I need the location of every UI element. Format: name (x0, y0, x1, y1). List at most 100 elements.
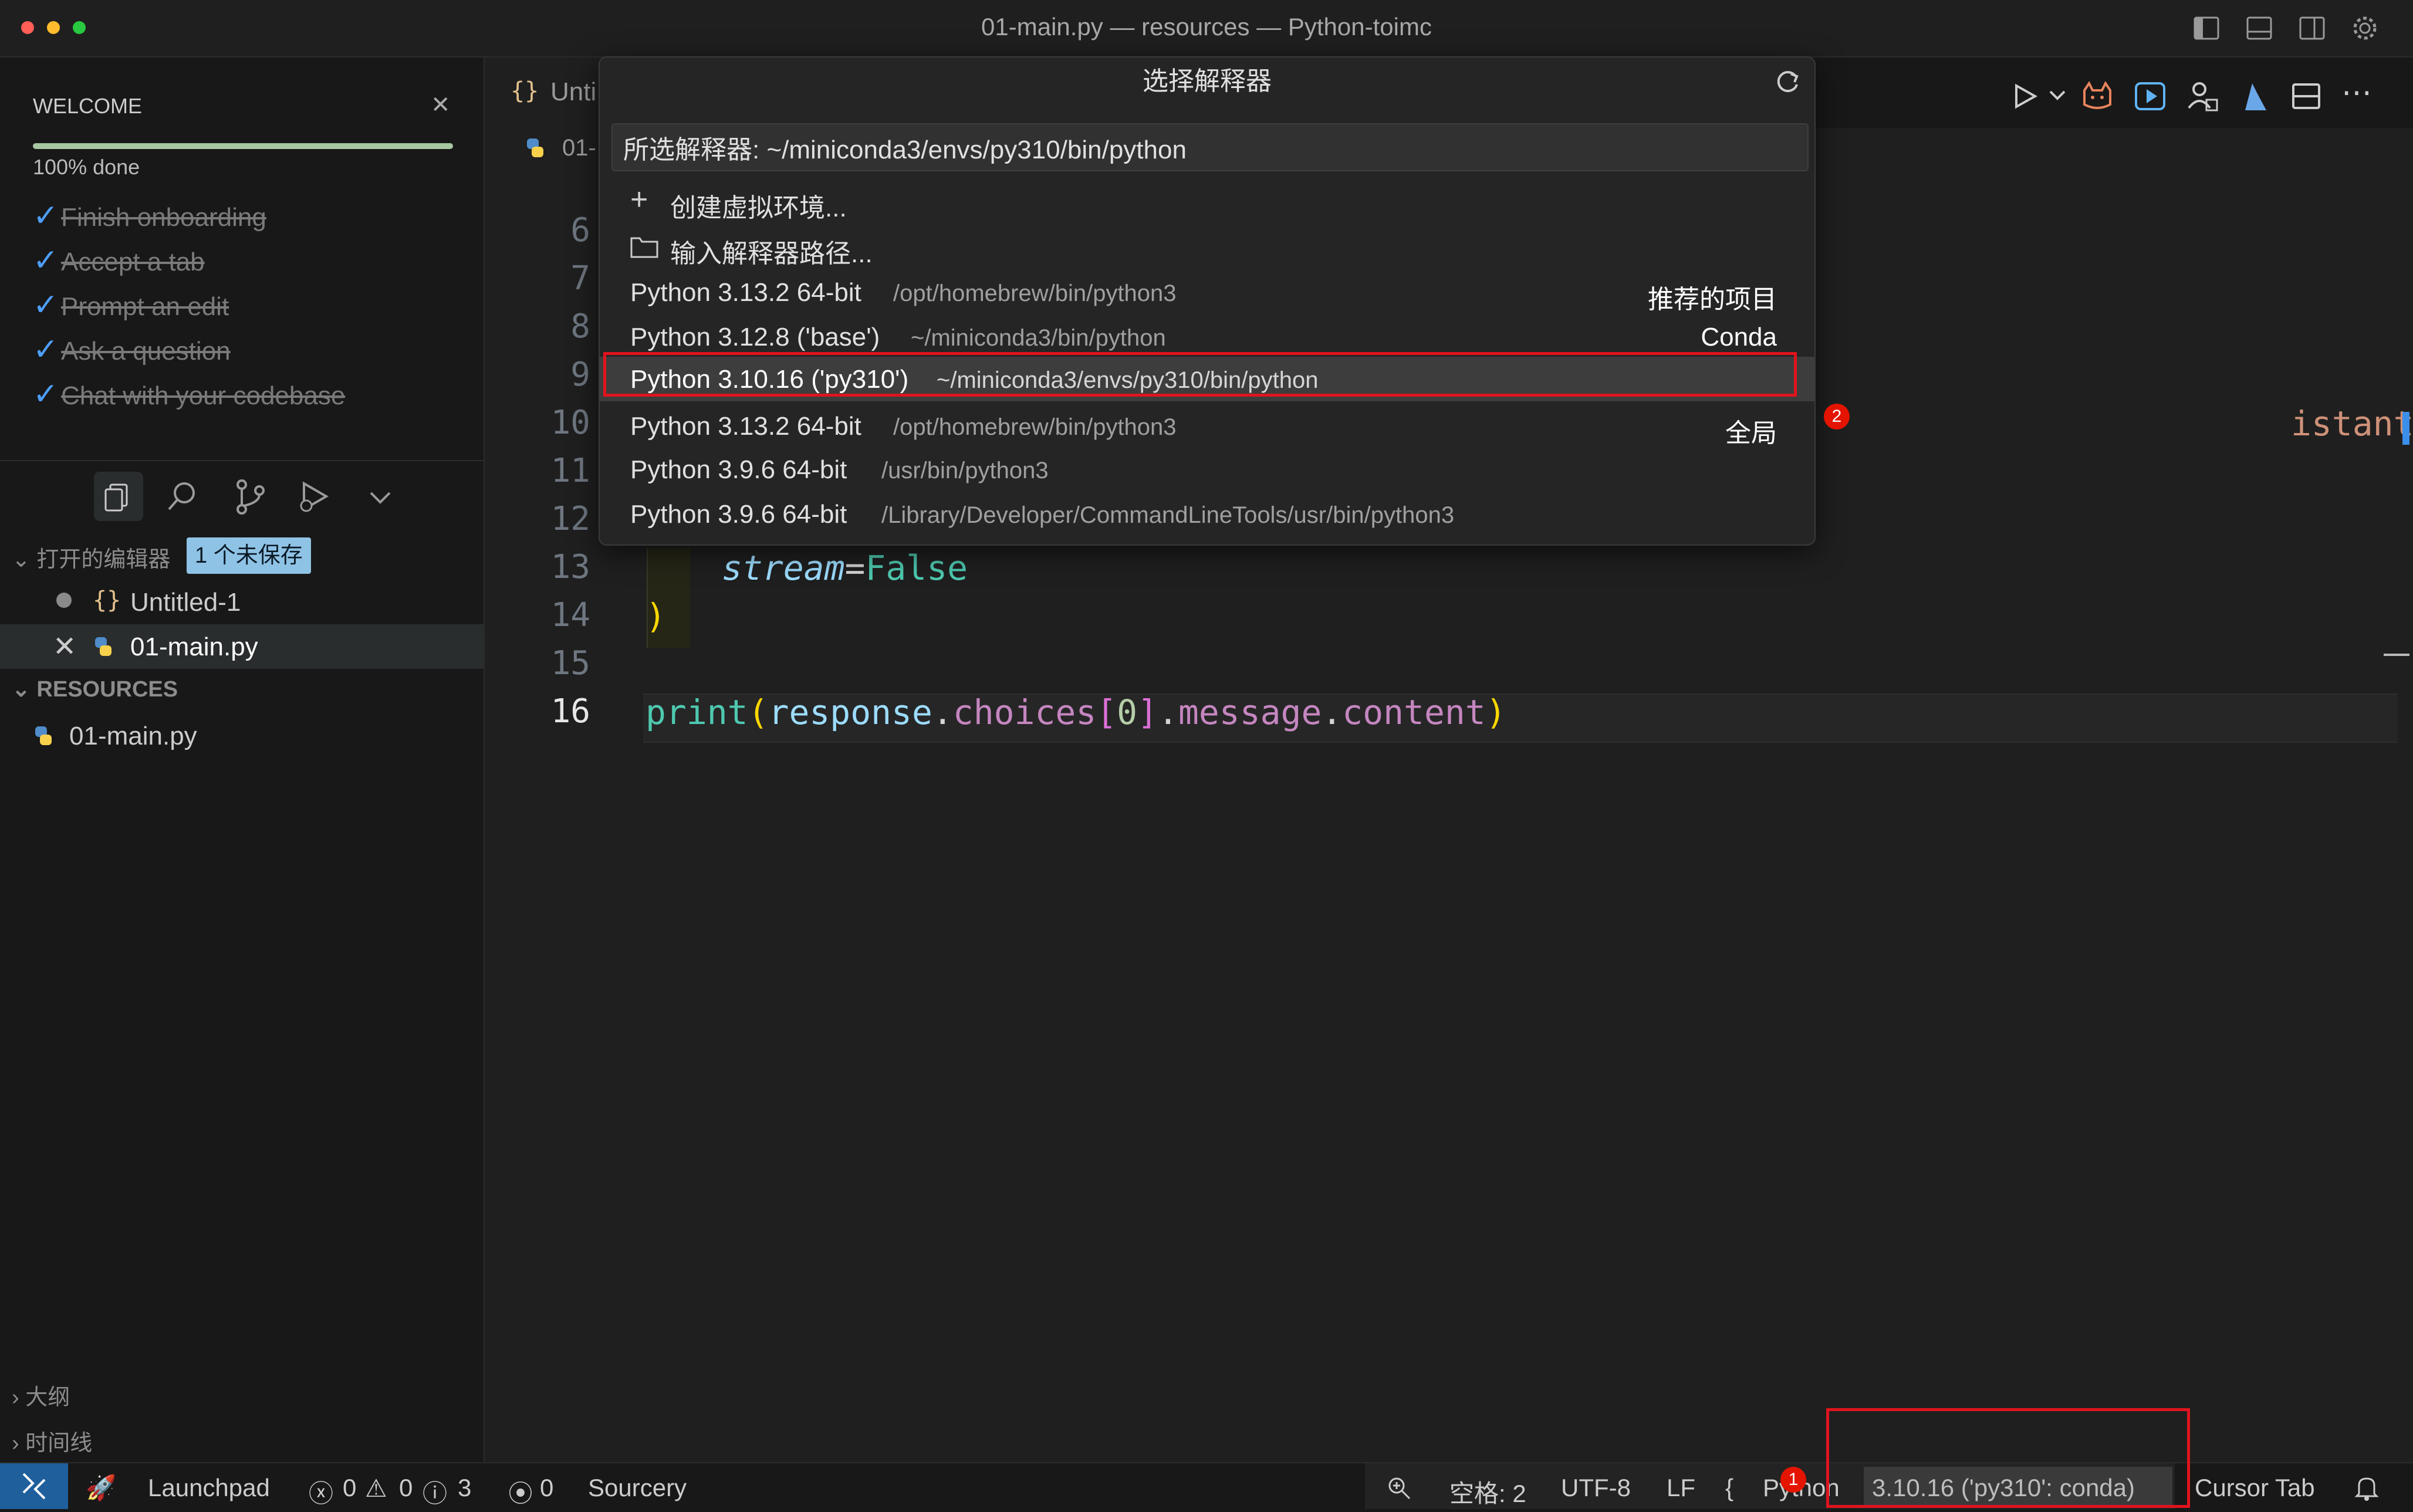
rocket-icon: 🚀 (86, 1474, 117, 1501)
source-control-icon[interactable] (229, 475, 271, 517)
line-number: 7 (570, 259, 590, 297)
line-number: 11 (550, 452, 590, 490)
unsaved-badge: 1 个未保存 (187, 537, 311, 574)
more-actions-icon[interactable]: ⋯ (2341, 75, 2372, 110)
search-icon[interactable] (161, 475, 203, 517)
chevron-down-icon[interactable] (364, 481, 397, 514)
remote-indicator[interactable] (0, 1463, 68, 1509)
run-debug-icon[interactable] (293, 475, 336, 517)
error-count[interactable]: 0 (343, 1474, 356, 1502)
line-number: 13 (550, 548, 590, 586)
run-python-file-icon[interactable] (2007, 79, 2042, 114)
scrollbar-thumb[interactable] (2384, 654, 2409, 656)
toggle-primary-sidebar-icon[interactable] (2192, 14, 2221, 42)
notifications-bell-icon[interactable] (2351, 1472, 2382, 1503)
indentation-button[interactable]: 空格: 2 (1449, 1474, 1526, 1510)
welcome-progress-fill (33, 143, 453, 149)
timeline-header[interactable]: › 时间线 (12, 1425, 92, 1457)
check-icon: ✓ (33, 199, 59, 233)
code-line-10[interactable]: istant"}, (2291, 404, 2413, 444)
chevron-down-icon[interactable] (2046, 83, 2069, 107)
notification-badge: 2 (1824, 404, 1850, 429)
scrollbar-marker (2402, 412, 2409, 445)
interpreter-option[interactable]: Python 3.13.2 64-bit /opt/homebrew/bin/p… (600, 404, 1814, 448)
interpreter-path: /usr/bin/python3 (881, 458, 1049, 483)
explorer-activity-button[interactable] (94, 472, 143, 521)
ports-icon: ⦿ (508, 1480, 533, 1507)
wolf-extension-icon[interactable] (2237, 77, 2275, 115)
interpreter-option[interactable]: Python 3.13.2 64-bit /opt/homebrew/bin/p… (600, 270, 1814, 314)
interpreter-search-input[interactable] (611, 123, 1809, 171)
highlight-box-interpreter-status (1826, 1408, 2190, 1508)
launchpad-button[interactable]: Launchpad (148, 1474, 270, 1502)
keyword-arg-token: stream (722, 548, 845, 588)
code-line-13[interactable]: stream=False (722, 548, 968, 588)
open-editors-header[interactable]: ⌄ 打开的编辑器 (12, 541, 170, 573)
bracket-token: ] (1137, 692, 1158, 732)
open-editor-item[interactable]: {} Untitled-1 (0, 580, 484, 624)
python-file-icon (527, 138, 543, 157)
close-welcome-icon[interactable]: ✕ (431, 92, 451, 119)
line-number: 6 (570, 211, 590, 249)
onboarding-item[interactable]: ✓ Prompt an edit (33, 287, 229, 323)
interpreter-option[interactable]: Python 3.9.6 64-bit /usr/bin/python3 (600, 447, 1814, 492)
ports-count[interactable]: 0 (540, 1474, 553, 1502)
json-file-icon: {} (511, 77, 539, 104)
onboarding-item[interactable]: ✓ Finish onboarding (33, 198, 266, 234)
interpreter-label: Python 3.12.8 ('base') (630, 323, 880, 351)
constant-token: False (865, 548, 968, 588)
select-interpreter-quickpick: 选择解释器 + 创建虚拟环境... 输入解释器路径... Python 3.13… (599, 56, 1850, 546)
encoding-button[interactable]: UTF-8 (1561, 1474, 1631, 1502)
check-icon: ✓ (33, 243, 59, 278)
interpreter-label: Python 3.9.6 64-bit (630, 455, 847, 484)
cat-extension-icon[interactable] (2079, 77, 2116, 115)
resources-header[interactable]: ⌄ RESOURCES (12, 676, 178, 702)
accounts-icon[interactable] (2184, 77, 2222, 115)
toggle-secondary-sidebar-icon[interactable] (2298, 14, 2326, 42)
zoom-icon[interactable] (1384, 1473, 1413, 1502)
attribute-token: message (1178, 692, 1322, 732)
cursor-tab-button[interactable]: Cursor Tab (2195, 1474, 2315, 1502)
breadcrumb[interactable]: 01- (562, 135, 596, 161)
unsaved-dot-icon (56, 593, 72, 608)
settings-gear-icon[interactable] (2350, 13, 2380, 43)
file-name: 01-main.py (69, 722, 197, 750)
welcome-progress-track (33, 143, 453, 149)
attribute-token: choices (952, 692, 1097, 732)
interpreter-tag: Conda (1701, 323, 1777, 351)
outline-label: 大纲 (25, 1385, 70, 1410)
chevron-right-icon: › (12, 1431, 19, 1456)
enter-interpreter-path-option[interactable]: 输入解释器路径... (600, 224, 1814, 269)
number-token: 0 (1117, 692, 1138, 732)
warning-count[interactable]: 0 (399, 1474, 413, 1502)
eol-button[interactable]: LF (1667, 1474, 1695, 1502)
sourcery-button[interactable]: Sourcery (588, 1474, 687, 1502)
title-bar: 01-main.py — resources — Python-toimc (0, 0, 2413, 57)
toggle-panel-icon[interactable] (2245, 14, 2273, 42)
interpreter-option[interactable]: Python 3.9.6 64-bit /Library/Developer/C… (600, 492, 1814, 536)
onboarding-item[interactable]: ✓ Ask a question (33, 332, 231, 367)
onboarding-item[interactable]: ✓ Accept a tab (33, 243, 205, 278)
interpreter-tag: 全局 (1725, 419, 1777, 448)
close-editor-icon[interactable]: ✕ (53, 630, 76, 663)
info-count[interactable]: 3 (458, 1474, 471, 1502)
code-line-16[interactable]: print(response.choices[0].message.conten… (646, 692, 1506, 732)
split-editor-icon[interactable] (2287, 77, 2325, 115)
resource-file-item[interactable]: 01-main.py (0, 713, 484, 758)
check-icon: ✓ (33, 377, 59, 411)
create-venv-option[interactable]: + 创建虚拟环境... (600, 178, 1814, 223)
file-name: Untitled-1 (130, 588, 241, 617)
onboarding-item[interactable]: ✓ Chat with your codebase (33, 377, 345, 412)
open-editor-item-active[interactable]: ✕ 01-main.py (0, 624, 484, 669)
file-name: 01-main.py (130, 632, 258, 661)
preview-play-icon[interactable] (2131, 77, 2169, 115)
code-line-14[interactable]: ) (646, 596, 666, 636)
line-number: 14 (550, 596, 590, 634)
outline-header[interactable]: › 大纲 (12, 1379, 70, 1411)
json-file-icon: {} (93, 587, 121, 614)
primary-sidebar: WELCOME ✕ 100% done ✓ Finish onboarding … (0, 57, 485, 1462)
warning-icon: ⚠ (365, 1474, 387, 1502)
refresh-icon[interactable] (1771, 66, 1804, 99)
chevron-down-icon: ⌄ (12, 547, 31, 572)
highlight-box-selected-interpreter (603, 352, 1797, 397)
